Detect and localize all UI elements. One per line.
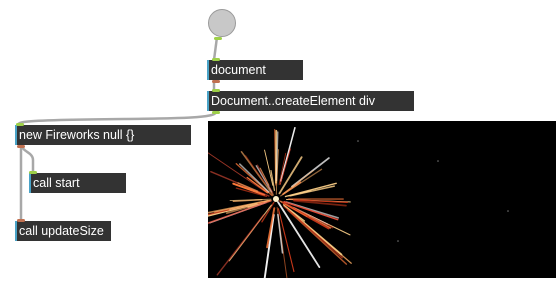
node-call-update-size[interactable]: call updateSize [15,221,111,241]
fireworks-canvas[interactable] [208,121,556,278]
call-update-size-inlet[interactable] [17,219,25,222]
firework-spark [284,206,342,258]
node-create-element-label: Document..createElement div [211,94,375,108]
firework-spark [233,184,264,195]
document-inlet[interactable] [212,58,220,61]
node-accent [15,125,17,145]
node-create-element[interactable]: Document..createElement div [207,91,414,111]
fireworks-outlet[interactable] [17,145,25,148]
bang-outlet[interactable] [214,37,222,40]
firework-ember [437,160,439,162]
fireworks-drawing [208,121,556,278]
node-accent [29,173,31,193]
firework-spark [284,171,313,193]
create-element-outlet[interactable] [212,111,220,114]
call-start-inlet[interactable] [29,171,37,174]
node-accent [207,60,209,80]
node-fireworks[interactable]: new Fireworks null {} [15,125,191,145]
firework-spark [208,151,267,193]
node-call-start-label: call start [33,176,80,190]
node-accent [207,91,209,111]
node-document[interactable]: document [207,60,303,80]
firework-spark [291,186,335,196]
firework-spark [208,201,271,232]
create-element-inlet[interactable] [212,89,220,92]
firework-ember [397,240,399,242]
cord-bang-to-document[interactable] [214,37,217,60]
firework-core [273,196,279,202]
node-document-label: document [211,63,266,77]
fireworks-inlet[interactable] [16,123,24,126]
document-outlet[interactable] [212,80,220,83]
cord-fireworks-to-callstart[interactable] [22,145,33,173]
node-fireworks-label: new Fireworks null {} [19,128,134,142]
firework-ember [357,140,359,142]
node-accent [15,221,17,241]
bang-button[interactable] [208,9,236,37]
firework-spark [217,215,263,275]
firework-ember [507,210,509,212]
node-call-start[interactable]: call start [29,173,126,193]
cord-createelement-to-fireworks[interactable] [18,112,216,125]
node-call-update-size-label: call updateSize [19,224,104,238]
